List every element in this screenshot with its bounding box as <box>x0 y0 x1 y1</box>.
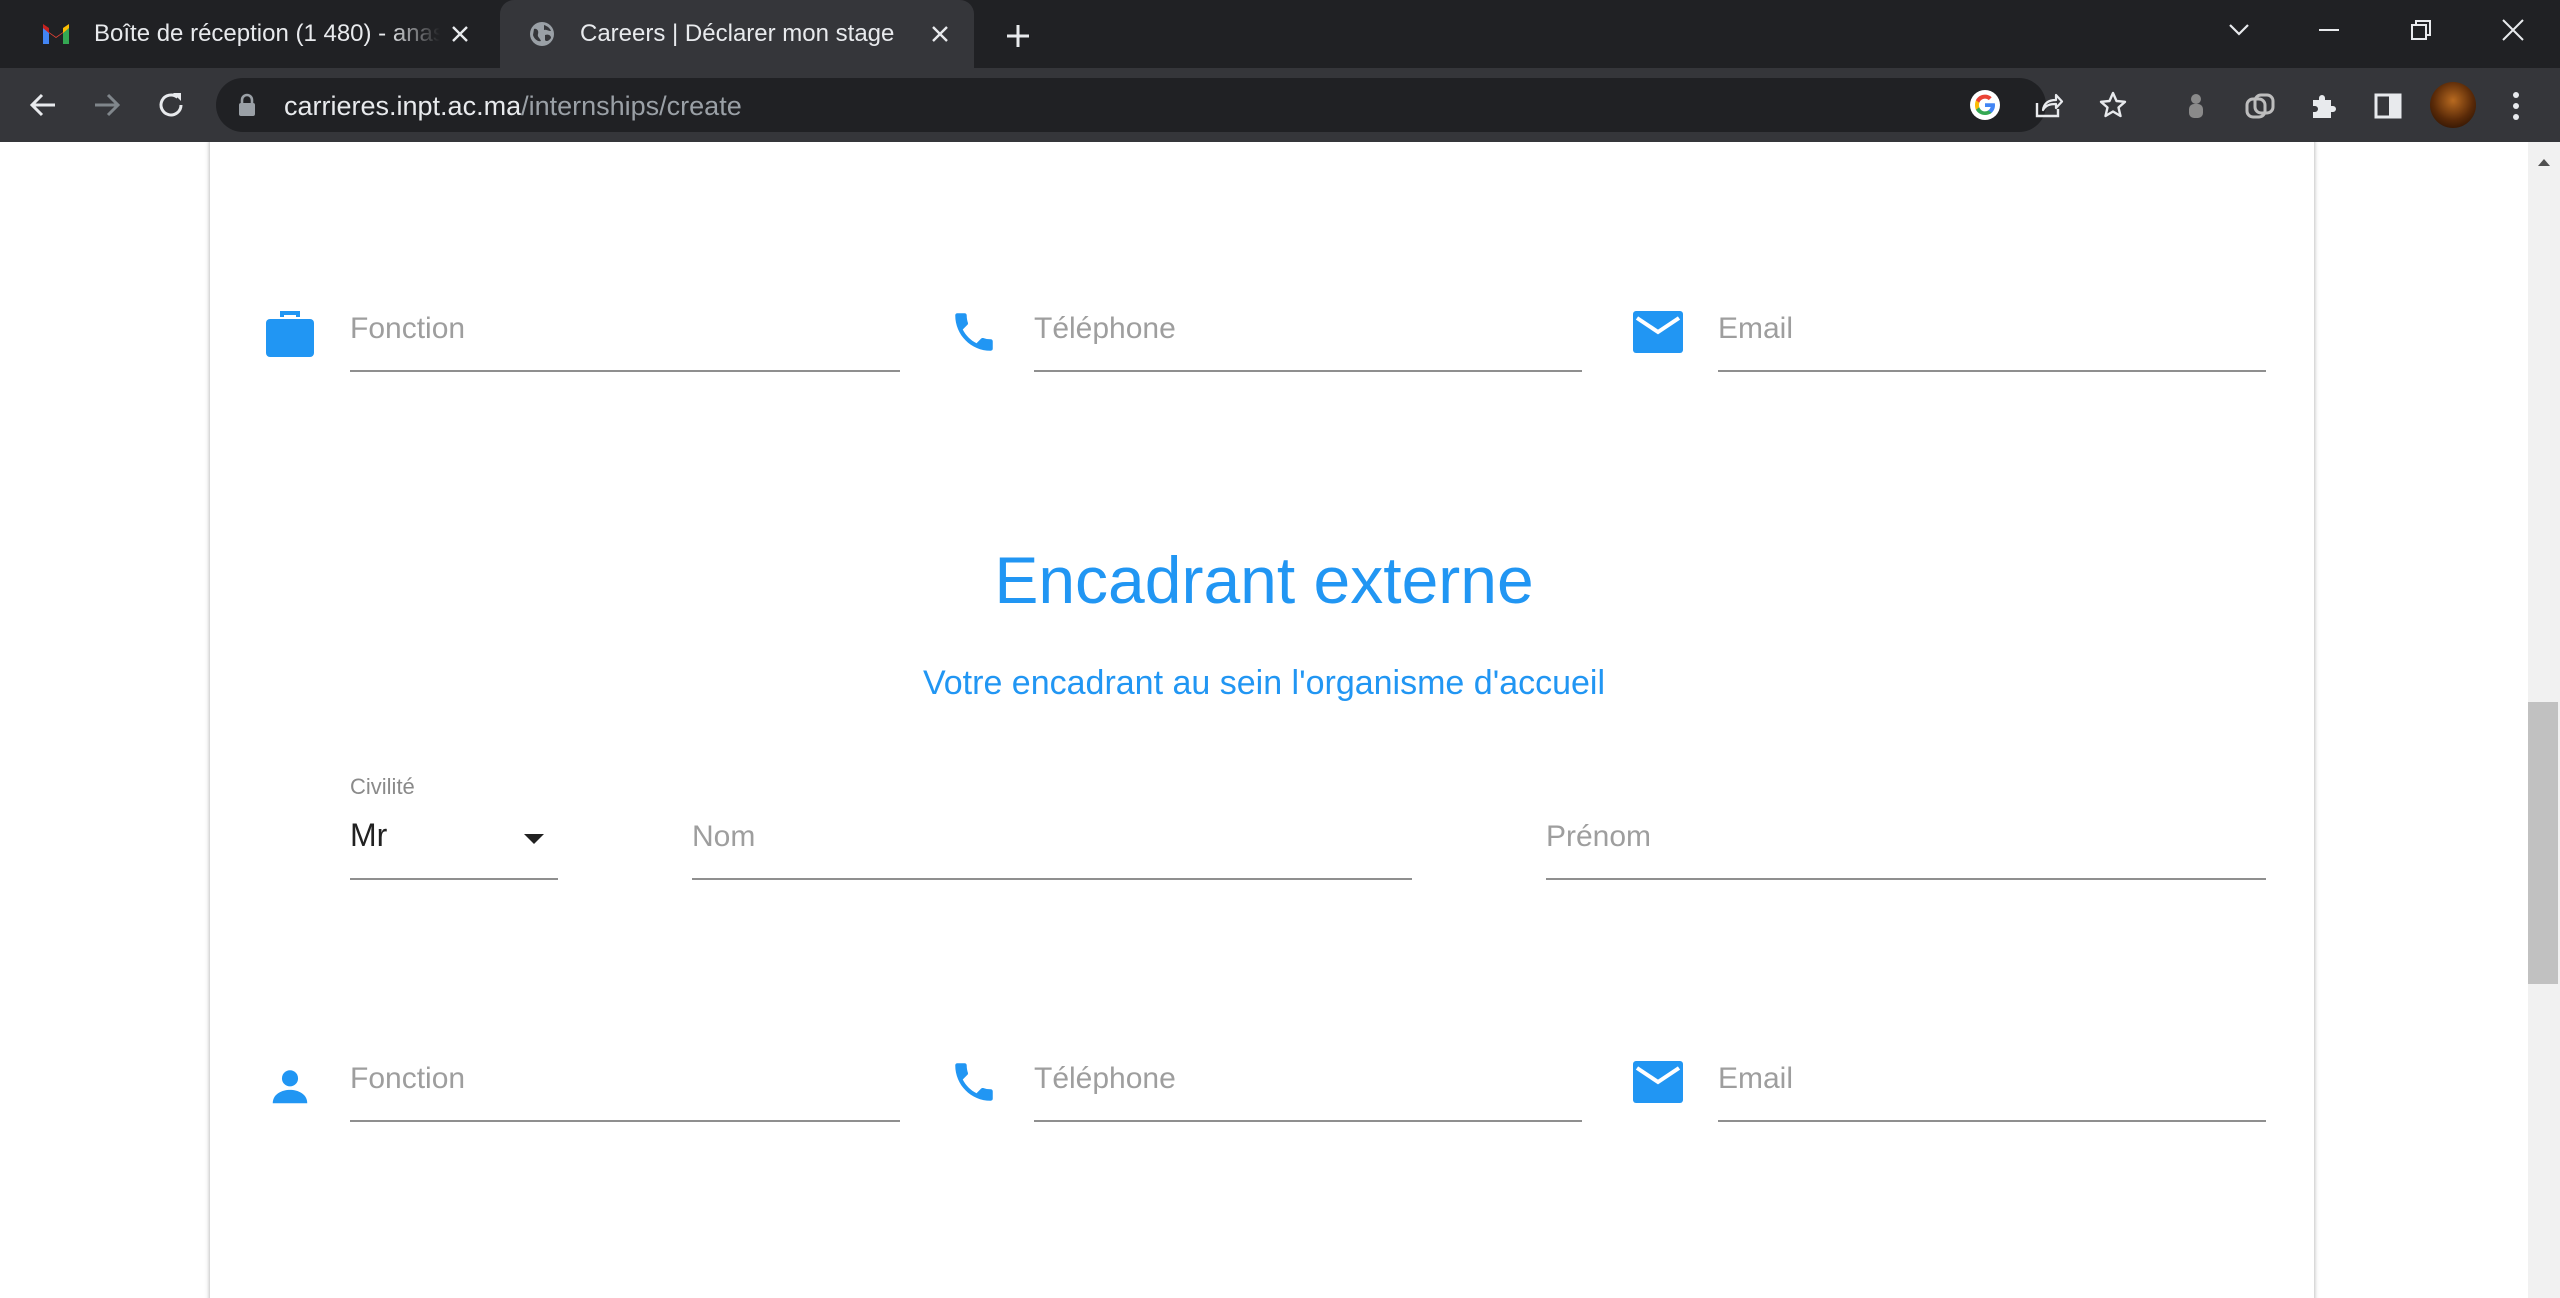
close-icon <box>2502 19 2524 41</box>
minimize-button[interactable] <box>2284 0 2374 60</box>
email-icon <box>1630 304 1686 360</box>
url-path: /internships/create <box>521 91 742 121</box>
address-bar[interactable]: carrieres.inpt.ac.ma/internships/create <box>216 78 2127 132</box>
page-viewport: Fonction Téléphone Email Encadrant exter… <box>0 142 2528 1298</box>
civilite-select[interactable]: Mr <box>350 800 558 880</box>
url-host: carrieres.inpt.ac.ma <box>284 91 522 121</box>
minimize-icon <box>2319 29 2339 31</box>
person-icon <box>262 1058 318 1114</box>
email-placeholder: Email <box>1718 312 1794 345</box>
phone-icon <box>946 304 1002 360</box>
section-subtitle: Votre encadrant au sein l'organisme d'ac… <box>922 664 1606 702</box>
encadrant-fonction-field[interactable]: Fonction <box>350 1042 900 1122</box>
scrollbar-thumb[interactable] <box>2528 702 2558 984</box>
phone-icon <box>946 1054 1002 1110</box>
prenom-field[interactable]: Prénom <box>1546 800 2266 880</box>
star-icon[interactable] <box>2096 88 2130 122</box>
fonction-field[interactable]: Fonction <box>350 292 900 372</box>
menu-dots-icon[interactable] <box>2496 86 2536 126</box>
encadrant-telephone-field[interactable]: Téléphone <box>1034 1042 1582 1122</box>
encadrant-email-field[interactable]: Email <box>1718 1042 2266 1122</box>
chevron-down-icon <box>2229 24 2249 36</box>
browser-tab-bar: Boîte de réception (1 480) - anass Caree… <box>0 0 2560 68</box>
close-icon[interactable] <box>440 14 480 54</box>
forward-button[interactable] <box>84 82 130 128</box>
tab-title: Boîte de réception (1 480) - anass <box>94 20 440 47</box>
reload-icon <box>159 93 183 117</box>
tab-careers[interactable]: Careers | Déclarer mon stage <box>500 0 974 68</box>
nom-placeholder: Nom <box>692 820 756 853</box>
profile-avatar[interactable] <box>2430 82 2476 128</box>
page-scrollbar[interactable] <box>2528 142 2560 1298</box>
tab-gmail[interactable]: Boîte de réception (1 480) - anass <box>14 0 494 68</box>
section-title: Encadrant externe <box>994 543 1534 617</box>
civilite-label: Civilité <box>350 774 415 799</box>
prenom-placeholder: Prénom <box>1546 820 1652 853</box>
tab-search-button[interactable] <box>2194 0 2284 60</box>
lock-icon[interactable] <box>238 93 256 122</box>
fonction-placeholder: Fonction <box>350 312 466 345</box>
fonction-placeholder: Fonction <box>350 1062 466 1095</box>
close-window-button[interactable] <box>2468 0 2558 60</box>
new-tab-button[interactable] <box>996 14 1040 58</box>
email-placeholder: Email <box>1718 1062 1794 1095</box>
reload-button[interactable] <box>148 82 194 128</box>
restore-icon <box>2411 20 2431 40</box>
restore-button[interactable] <box>2376 0 2466 60</box>
email-icon <box>1630 1054 1686 1110</box>
briefcase-icon <box>262 306 318 362</box>
gmail-icon <box>40 18 72 50</box>
extension-icon[interactable] <box>2176 86 2216 126</box>
puzzle-icon[interactable] <box>2304 86 2344 126</box>
arrow-right-icon <box>95 93 121 117</box>
globe-icon <box>526 18 558 50</box>
back-button[interactable] <box>20 82 66 128</box>
close-icon[interactable] <box>920 14 960 54</box>
side-panel-icon[interactable] <box>2368 86 2408 126</box>
link-extension-icon[interactable] <box>2240 86 2280 126</box>
tab-title: Careers | Déclarer mon stage <box>580 20 895 47</box>
civilite-value: Mr <box>350 817 388 853</box>
telephone-placeholder: Téléphone <box>1034 312 1176 345</box>
nom-field[interactable]: Nom <box>692 800 1412 880</box>
scroll-up-arrow-icon[interactable] <box>2528 148 2560 176</box>
browser-toolbar: carrieres.inpt.ac.ma/internships/create <box>0 68 2560 142</box>
telephone-placeholder: Téléphone <box>1034 1062 1176 1095</box>
share-icon[interactable] <box>2032 88 2066 122</box>
plus-icon <box>1007 25 1029 47</box>
telephone-field[interactable]: Téléphone <box>1034 292 1582 372</box>
google-icon[interactable] <box>1968 88 2002 122</box>
dropdown-arrow-icon[interactable] <box>524 834 544 844</box>
url-text[interactable]: carrieres.inpt.ac.ma/internships/create <box>284 91 742 122</box>
email-field[interactable]: Email <box>1718 292 2266 372</box>
arrow-left-icon <box>29 93 55 117</box>
